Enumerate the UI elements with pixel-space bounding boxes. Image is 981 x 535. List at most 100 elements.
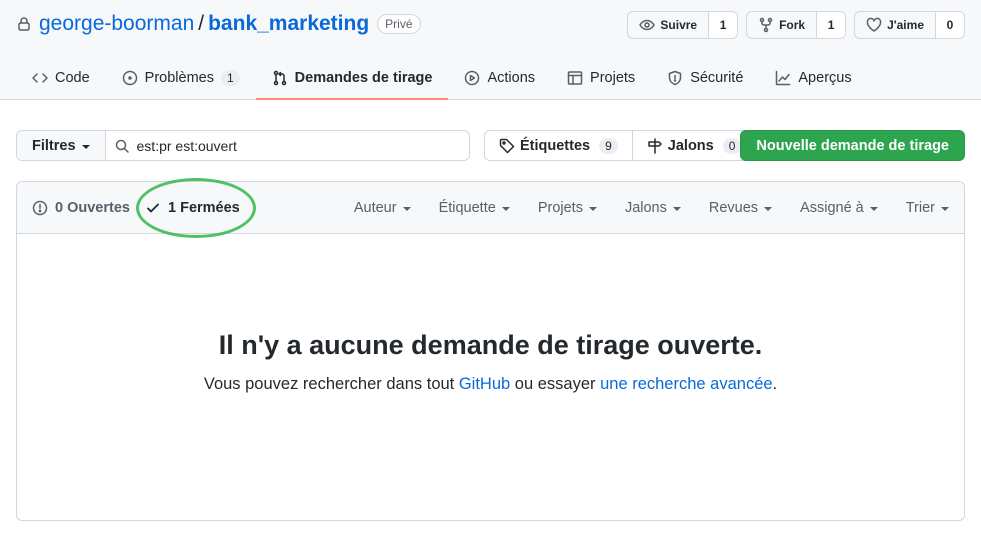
repo-separator: / — [198, 12, 205, 35]
label-filter-dropdown[interactable]: Étiquette — [439, 200, 510, 216]
code-icon — [32, 70, 48, 86]
issue-open-icon — [32, 200, 48, 216]
tab-label: Code — [55, 70, 90, 86]
heart-icon — [866, 17, 882, 33]
tab-security[interactable]: Sécurité — [651, 58, 759, 98]
repo-tabs: Code Problèmes 1 Demandes de tirage Acti… — [16, 58, 868, 100]
search-input[interactable] — [136, 137, 437, 154]
new-pull-request-button[interactable]: Nouvelle demande de tirage — [740, 130, 965, 161]
tab-label: Sécurité — [690, 70, 744, 86]
caret-down-icon — [672, 207, 681, 211]
milestone-icon — [647, 137, 663, 154]
blankslate-text: Vous pouvez rechercher dans tout GitHub … — [17, 375, 964, 394]
star-button-group: J'aime 0 — [854, 11, 965, 39]
repo-name-link[interactable]: bank_marketing — [208, 12, 369, 36]
tab-actions[interactable]: Actions — [448, 58, 551, 98]
caret-down-icon — [402, 207, 411, 211]
caret-down-icon — [588, 207, 597, 211]
graph-icon — [775, 70, 791, 86]
fork-icon — [758, 17, 774, 33]
labels-milestones-group: Étiquettes 9 Jalons 0 — [484, 130, 757, 161]
tag-icon — [499, 138, 515, 154]
filters-label: Filtres — [32, 137, 76, 154]
tab-label: Aperçus — [798, 70, 852, 86]
tab-label: Demandes de tirage — [294, 70, 433, 86]
issue-icon — [122, 70, 138, 86]
advanced-search-link[interactable]: une recherche avancée — [600, 375, 772, 393]
milestones-filter-label: Jalons — [624, 200, 667, 216]
search-wrapper — [106, 131, 469, 160]
repo-header: george-boorman / bank_marketing Privé Su… — [0, 0, 981, 100]
sort-dropdown[interactable]: Trier — [906, 200, 949, 216]
tab-label: Actions — [487, 70, 536, 86]
highlight-circle-annotation — [136, 178, 256, 238]
lock-icon — [16, 16, 32, 32]
list-header: 0 Ouvertes 1 Fermées Auteur Étiquette Pr… — [17, 178, 964, 238]
filters-dropdown-button[interactable]: Filtres — [17, 131, 106, 160]
tab-projects[interactable]: Projets — [551, 58, 651, 98]
labels-counter: 9 — [599, 137, 618, 154]
blankslate: Il n'y a aucune demande de tirage ouvert… — [17, 330, 964, 394]
caret-down-icon — [81, 144, 90, 149]
table-icon — [567, 70, 583, 86]
tab-label: Problèmes — [144, 70, 214, 86]
star-label: J'aime — [887, 18, 924, 32]
blankslate-text-after: . — [772, 375, 778, 393]
eye-icon — [639, 17, 656, 33]
watch-label: Suivre — [660, 18, 698, 32]
repo-owner-link[interactable]: george-boorman — [39, 12, 194, 36]
milestones-counter: 0 — [722, 137, 742, 154]
author-filter-dropdown[interactable]: Auteur — [354, 200, 411, 216]
repo-actions: Suivre 1 Fork 1 J'aime 0 — [627, 11, 965, 39]
tab-pull-requests[interactable]: Demandes de tirage — [255, 58, 449, 100]
blankslate-text-before: Vous pouvez rechercher dans tout — [203, 375, 459, 393]
labels-button[interactable]: Étiquettes 9 — [485, 131, 632, 160]
open-filter-link[interactable]: 0 Ouvertes — [32, 182, 130, 234]
issues-counter: 1 — [220, 70, 240, 86]
caret-down-icon — [501, 207, 510, 211]
projects-filter-dropdown[interactable]: Projets — [538, 200, 597, 216]
fork-count[interactable]: 1 — [817, 12, 846, 38]
open-count-label: 0 Ouvertes — [55, 200, 130, 216]
play-icon — [464, 70, 480, 86]
fork-button-group: Fork 1 — [746, 11, 847, 39]
watch-button[interactable]: Suivre — [628, 12, 710, 38]
tab-code[interactable]: Code — [16, 58, 106, 98]
blankslate-title: Il n'y a aucune demande de tirage ouvert… — [218, 330, 763, 360]
shield-icon — [667, 70, 683, 86]
star-count[interactable]: 0 — [936, 12, 964, 38]
visibility-badge: Privé — [377, 14, 421, 34]
sort-filters: Auteur Étiquette Projets Jalons Revues A… — [354, 182, 949, 234]
milestones-button[interactable]: Jalons 0 — [631, 131, 756, 160]
caret-down-icon — [941, 207, 949, 211]
github-search-link[interactable]: GitHub — [459, 375, 510, 393]
tab-label: Projets — [590, 70, 636, 86]
fork-button[interactable]: Fork — [747, 12, 818, 38]
fork-label: Fork — [779, 18, 806, 32]
caret-down-icon — [764, 207, 773, 211]
caret-down-icon — [869, 207, 878, 211]
watch-button-group: Suivre 1 — [627, 11, 739, 39]
author-filter-label: Auteur — [353, 200, 397, 216]
star-button[interactable]: J'aime — [855, 12, 936, 38]
subnav: Filtres Étiquettes 9 Jalons 0 Nouvelle d… — [16, 130, 965, 161]
label-filter-label: Étiquette — [438, 200, 496, 216]
repo-title: george-boorman / bank_marketing Privé — [16, 8, 421, 40]
projects-filter-label: Projets — [537, 200, 583, 216]
watch-count[interactable]: 1 — [709, 12, 738, 38]
reviews-filter-label: Revues — [708, 200, 759, 216]
assignee-filter-dropdown[interactable]: Assigné à — [800, 200, 878, 216]
milestones-label: Jalons — [667, 137, 714, 154]
sort-label: Trier — [905, 200, 935, 216]
blankslate-text-middle: ou essayer — [510, 375, 601, 393]
milestones-filter-dropdown[interactable]: Jalons — [625, 200, 681, 216]
filters-bar: Filtres — [16, 130, 470, 161]
assignee-filter-label: Assigné à — [800, 200, 864, 216]
search-icon — [114, 138, 130, 154]
reviews-filter-dropdown[interactable]: Revues — [708, 200, 773, 216]
tab-insights[interactable]: Aperçus — [759, 58, 867, 98]
labels-label: Étiquettes — [520, 137, 591, 154]
tab-issues[interactable]: Problèmes 1 — [106, 58, 256, 98]
pull-request-list: 0 Ouvertes 1 Fermées Auteur Étiquette Pr… — [16, 178, 965, 521]
pull-request-icon — [272, 70, 288, 86]
